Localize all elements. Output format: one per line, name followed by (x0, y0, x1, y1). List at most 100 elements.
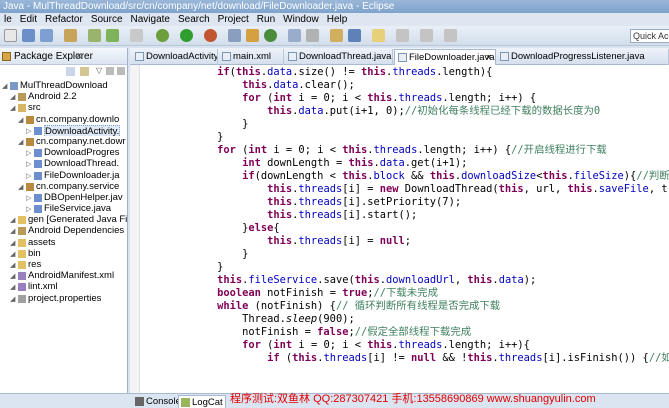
code-line[interactable]: if (this.threads[i] != null && !this.thr… (142, 352, 669, 365)
tree-expander-icon[interactable]: ▷ (26, 126, 32, 136)
code-line[interactable]: } (142, 118, 669, 131)
tree-expander-icon[interactable]: ◢ (2, 81, 8, 91)
tree-item[interactable]: ◢ res (0, 259, 127, 270)
tree-item[interactable]: ◢ lint.xml (0, 281, 127, 292)
save-icon[interactable] (22, 29, 35, 42)
code-line[interactable]: while (notFinish) {// 循环判断所有线程是否完成下载 (142, 300, 669, 313)
tab-console[interactable]: Console (133, 395, 181, 408)
new-class-icon[interactable] (264, 29, 277, 42)
editor-gutter[interactable] (130, 65, 140, 393)
code-line[interactable]: this.data.clear(); (142, 79, 669, 92)
new-icon[interactable] (4, 29, 17, 42)
tree-item[interactable]: ▷ FileService.java (0, 203, 127, 214)
new-package-icon[interactable] (246, 29, 259, 42)
debug-icon[interactable] (156, 29, 169, 42)
back-icon[interactable] (420, 29, 433, 42)
code-area[interactable]: if(this.data.size() != this.threads.leng… (142, 65, 669, 393)
code-line[interactable]: boolean notFinish = true;//下载未完成 (142, 287, 669, 300)
tree-expander-icon[interactable]: ▷ (26, 171, 32, 181)
tree-item[interactable]: ▷ DBOpenHelper.jav (0, 192, 127, 203)
code-line[interactable]: this.threads[i] = new DownloadThread(thi… (142, 183, 669, 196)
tree-expander-icon[interactable]: ◢ (10, 103, 16, 113)
code-line[interactable]: this.threads[i].start(); (142, 209, 669, 222)
code-line[interactable]: this.threads[i] = null; (142, 235, 669, 248)
tree-item[interactable]: ◢ MulThreadDownload (0, 80, 127, 91)
code-line[interactable]: Thread.sleep(900); (142, 313, 669, 326)
view-menu-icon[interactable]: ▽ (96, 66, 102, 75)
code-line[interactable]: this.fileService.save(this.downloadUrl, … (142, 274, 669, 287)
tab-download-activity[interactable]: DownloadActivity.java (132, 49, 218, 65)
tree-item[interactable]: ◢ Android Dependencies (0, 225, 127, 236)
code-line[interactable]: } (142, 248, 669, 261)
tab-main-xml[interactable]: main.xml (219, 49, 284, 65)
menu-help[interactable]: Help (323, 13, 352, 26)
code-line[interactable]: notFinish = false;//假定全部线程下载完成 (142, 326, 669, 339)
build-icon[interactable] (64, 29, 77, 42)
tree-expander-icon[interactable]: ◢ (10, 294, 16, 304)
tree-item[interactable]: ◢ project.properties (0, 293, 127, 304)
code-line[interactable]: this.data.put(i+1, 0);//初始化每条线程已经下载的数据长度… (142, 105, 669, 118)
toggle-breadcrumb-icon[interactable] (348, 29, 361, 42)
menu-search[interactable]: Search (174, 13, 214, 26)
menu-run[interactable]: Run (253, 13, 279, 26)
tree-expander-icon[interactable]: ▷ (26, 159, 32, 169)
tree-item[interactable]: ◢ assets (0, 237, 127, 248)
external-tools-icon[interactable] (204, 29, 217, 42)
new-java-project-icon[interactable] (228, 29, 241, 42)
link-with-editor-icon[interactable] (80, 67, 89, 76)
tree-expander-icon[interactable]: ◢ (18, 115, 24, 125)
avd-manager-icon[interactable] (106, 29, 119, 42)
tree-item[interactable]: ▷ DownloadActivity. (0, 124, 127, 136)
tree-item[interactable]: ◢ Android 2.2 (0, 91, 127, 102)
open-type-icon[interactable] (288, 29, 301, 42)
tree-expander-icon[interactable]: ◢ (10, 260, 16, 270)
run-icon[interactable] (180, 29, 193, 42)
tree-expander-icon[interactable]: ◢ (10, 226, 16, 236)
tree-item[interactable]: ◢ src (0, 102, 127, 113)
tree-expander-icon[interactable]: ▷ (26, 148, 32, 158)
tree-item[interactable]: ◢ cn.company.service (0, 181, 127, 192)
minimize-icon[interactable] (106, 67, 114, 75)
tab-download-thread[interactable]: DownloadThread.java (285, 49, 393, 65)
lint-icon[interactable] (130, 29, 143, 42)
toggle-mark-occurrences-icon[interactable] (330, 29, 343, 42)
tree-expander-icon[interactable]: ◢ (10, 238, 16, 248)
tree-expander-icon[interactable]: ◢ (18, 137, 24, 147)
code-line[interactable]: } (142, 261, 669, 274)
tree-item[interactable]: ◢ bin (0, 248, 127, 259)
search-icon[interactable] (306, 29, 319, 42)
tree-expander-icon[interactable]: ◢ (10, 282, 16, 292)
menu-edit[interactable]: Edit (16, 13, 41, 26)
tree-item[interactable]: ▷ DownloadThread. (0, 158, 127, 169)
menu-source[interactable]: Source (87, 13, 127, 26)
close-icon[interactable]: ✕ (75, 48, 83, 65)
code-line[interactable]: if(this.data.size() != this.threads.leng… (142, 66, 669, 79)
android-sdk-icon[interactable] (88, 29, 101, 42)
tree-expander-icon[interactable]: ◢ (10, 271, 16, 281)
tree-item[interactable]: ◢ gen [Generated Java File (0, 214, 127, 225)
tree-expander-icon[interactable]: ◢ (18, 182, 24, 192)
code-line[interactable]: for (int i = 0; i < this.threads.length;… (142, 144, 669, 157)
tab-file-downloader[interactable]: FileDownloader.java ✕ (394, 49, 496, 65)
code-line[interactable]: } (142, 131, 669, 144)
tree-item[interactable]: ◢ cn.company.net.dowr (0, 136, 127, 147)
code-line[interactable]: if(downLength < this.block && this.downl… (142, 170, 669, 183)
menu-project[interactable]: Project (214, 13, 253, 26)
next-annotation-icon[interactable] (396, 29, 409, 42)
tree-item[interactable]: ▷ FileDownloader.ja (0, 170, 127, 181)
code-line[interactable]: for (int i = 0; i < this.threads.length;… (142, 92, 669, 105)
maximize-icon[interactable] (117, 67, 125, 75)
menu-refactor[interactable]: Refactor (41, 13, 87, 26)
menu-file[interactable]: le (0, 13, 16, 26)
code-line[interactable]: this.threads[i].setPriority(7); (142, 196, 669, 209)
tree-expander-icon[interactable]: ◢ (10, 92, 16, 102)
tree-item[interactable]: ▷ DownloadProgres (0, 147, 127, 158)
tree-item[interactable]: ◢ AndroidManifest.xml (0, 270, 127, 281)
code-line[interactable]: int downLength = this.data.get(i+1); (142, 157, 669, 170)
tab-logcat[interactable]: LogCat (178, 395, 226, 408)
tree-expander-icon[interactable]: ▷ (26, 204, 32, 214)
close-tab-icon[interactable]: ✕ (485, 50, 492, 65)
save-all-icon[interactable] (40, 29, 53, 42)
code-line[interactable]: for (int i = 0; i < this.threads.length;… (142, 339, 669, 352)
forward-icon[interactable] (444, 29, 457, 42)
